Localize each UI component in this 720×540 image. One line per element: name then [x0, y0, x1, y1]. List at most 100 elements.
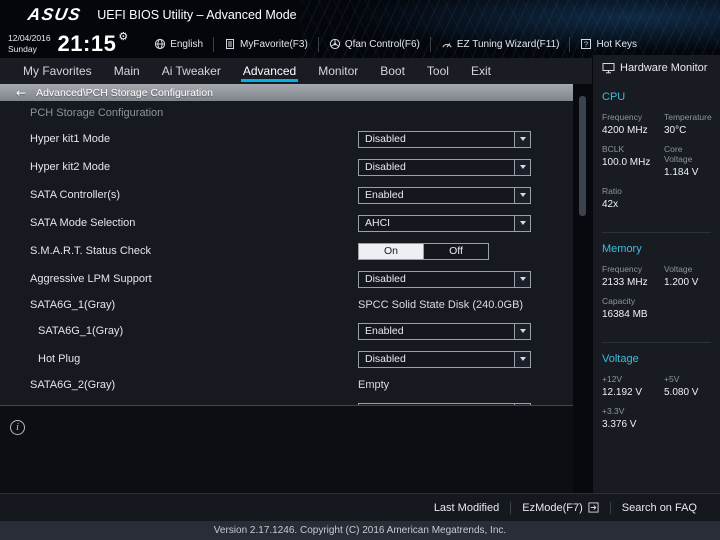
globe-icon: [155, 38, 166, 50]
device-row: SATA6G_1(Gray) SPCC Solid State Disk (24…: [0, 293, 573, 317]
date-display: 12/04/2016 Sunday: [8, 33, 51, 55]
content-area: ← Advanced\PCH Storage Configuration PCH…: [0, 84, 592, 493]
bios-screen: ASUS UEFI BIOS Utility – Advanced Mode 1…: [0, 0, 720, 540]
fan-icon: [329, 38, 340, 50]
info-icon: i: [10, 420, 25, 435]
setting-label: SATA Mode Selection: [30, 217, 136, 229]
sata6g1-port-dropdown[interactable]: Enabled: [358, 322, 531, 340]
hot-plug-dropdown[interactable]: Disabled: [358, 350, 531, 368]
app-title: UEFI BIOS Utility – Advanced Mode: [97, 8, 297, 22]
setting-row: Hyper kit1 Mode Disabled: [0, 125, 573, 153]
section-label: PCH Storage Configuration: [30, 107, 164, 119]
chevron-down-icon: [514, 159, 530, 175]
smart-status-toggle[interactable]: On Off: [358, 242, 489, 260]
section-row: PCH Storage Configuration: [0, 101, 573, 125]
hw-cell: BCLK 100.0 MHz: [602, 144, 651, 168]
chevron-down-icon: [514, 271, 530, 287]
favorite-list-icon: [226, 39, 235, 49]
tab-tool[interactable]: Tool: [416, 58, 460, 84]
sata-controllers-dropdown[interactable]: Enabled: [358, 186, 531, 204]
ez-tuning-wizard-button[interactable]: EZ Tuning Wizard(F11): [429, 36, 570, 52]
setting-row: SATA Controller(s) Enabled: [0, 181, 573, 209]
tab-exit[interactable]: Exit: [460, 58, 502, 84]
hw-cell: Frequency 4200 MHz: [602, 112, 648, 136]
dropdown-value: Disabled: [365, 272, 406, 285]
gauge-icon: [442, 43, 452, 48]
setting-row-clipped: SATA6G_2(Gray) Enabled: [0, 397, 573, 405]
scrollbar-track[interactable]: [573, 84, 592, 493]
chevron-down-icon: [514, 187, 530, 203]
version-text: Version 2.17.1246. Copyright (C) 2016 Am…: [213, 525, 507, 536]
hardware-monitor-title: Hardware Monitor: [602, 55, 711, 81]
main-menu-tabs: My Favorites Main Ai Tweaker Advanced Mo…: [0, 58, 592, 84]
setting-label: Hot Plug: [38, 353, 81, 365]
setting-label: Aggressive LPM Support: [30, 273, 152, 285]
hw-cell: Core Voltage 1.184 V: [664, 144, 699, 178]
ezmode-exit-icon: [588, 502, 599, 513]
tab-my-favorites[interactable]: My Favorites: [12, 58, 103, 84]
chevron-down-icon: [514, 351, 530, 367]
back-arrow-icon[interactable]: ←: [16, 86, 26, 100]
setting-row: SATA6G_1(Gray) Enabled: [0, 317, 573, 345]
hw-cell: +12V 12.192 V: [602, 374, 643, 398]
ezmode-button[interactable]: EzMode(F7): [511, 502, 610, 514]
search-faq-button[interactable]: Search on FAQ: [611, 502, 708, 514]
cpu-section-title: CPU: [602, 91, 626, 103]
version-bar: Version 2.17.1246. Copyright (C) 2016 Am…: [0, 521, 720, 540]
setting-label: S.M.A.R.T. Status Check: [30, 245, 152, 257]
dropdown-value: Disabled: [365, 160, 406, 173]
hw-section-cpu: CPU Frequency 4200 MHz Temperature 30°C BC…: [602, 81, 712, 232]
hw-cell: Ratio 42x: [602, 186, 622, 210]
tab-boot[interactable]: Boot: [369, 58, 416, 84]
setting-label: Hyper kit2 Mode: [30, 161, 111, 173]
hw-cell: Voltage 1.200 V: [664, 264, 699, 288]
port-label: SATA6G_1(Gray): [30, 299, 116, 311]
hw-cell: Temperature 30°C: [664, 112, 712, 136]
setting-label: SATA6G_1(Gray): [38, 325, 124, 337]
tab-advanced[interactable]: Advanced: [232, 58, 307, 84]
gear-icon[interactable]: ⚙: [118, 30, 128, 43]
dropdown-value: Disabled: [365, 132, 406, 145]
memory-section-title: Memory: [602, 243, 642, 255]
hyper-kit2-mode-dropdown[interactable]: Disabled: [358, 158, 531, 176]
dropdown-value: Enabled: [365, 324, 404, 337]
breadcrumb: ← Advanced\PCH Storage Configuration: [0, 84, 573, 101]
hw-cell: Capacity 16384 MB: [602, 296, 648, 320]
scrollbar-thumb[interactable]: [579, 96, 586, 216]
tab-ai-tweaker[interactable]: Ai Tweaker: [151, 58, 232, 84]
setting-label: SATA Controller(s): [30, 189, 121, 201]
language-button[interactable]: English: [144, 37, 213, 52]
device-info: Empty: [358, 379, 390, 391]
qfan-control-button[interactable]: Qfan Control(F6): [317, 36, 430, 52]
quick-access-bar: English MyFavorite(F3) Qfan Control(F6) …: [144, 30, 647, 58]
device-info: SPCC Solid State Disk (240.0GB): [358, 299, 524, 311]
setting-row: Hyper kit2 Mode Disabled: [0, 153, 573, 181]
hw-section-voltage: Voltage +12V 12.192 V +5V 5.080 V +3.3V 3.3…: [602, 342, 711, 452]
breadcrumb-path: Advanced\PCH Storage Configuration: [36, 86, 213, 99]
myfavorite-button[interactable]: MyFavorite(F3): [213, 36, 318, 52]
tab-monitor[interactable]: Monitor: [307, 58, 369, 84]
chevron-down-icon: [514, 323, 530, 339]
hyper-kit1-mode-dropdown[interactable]: Disabled: [358, 130, 531, 148]
setting-row: Aggressive LPM Support Disabled: [0, 265, 573, 293]
help-panel: i: [0, 405, 573, 493]
hot-keys-button[interactable]: ? Hot Keys: [569, 36, 647, 52]
footer-bar: Last Modified EzMode(F7) Search on FAQ: [0, 493, 720, 521]
sata-mode-selection-dropdown[interactable]: AHCI: [358, 214, 531, 232]
tab-main[interactable]: Main: [103, 58, 151, 84]
last-modified-button[interactable]: Last Modified: [423, 502, 510, 514]
voltage-section-title: Voltage: [602, 353, 639, 365]
hw-cell: +3.3V 3.376 V: [602, 406, 637, 430]
header: ASUS UEFI BIOS Utility – Advanced Mode 1…: [0, 0, 720, 58]
port-label: SATA6G_2(Gray): [30, 379, 116, 391]
hardware-monitor-panel: Hardware Monitor CPU Frequency 4200 MHz T…: [592, 55, 720, 493]
aggressive-lpm-dropdown[interactable]: Disabled: [358, 270, 531, 288]
device-row: SATA6G_2(Gray) Empty: [0, 373, 573, 397]
toggle-off-option[interactable]: Off: [423, 243, 488, 259]
chevron-down-icon: [514, 131, 530, 147]
setting-row: S.M.A.R.T. Status Check On Off: [0, 237, 573, 265]
settings-list: PCH Storage Configuration Hyper kit1 Mod…: [0, 101, 573, 405]
monitor-icon: [602, 63, 615, 74]
setting-row: SATA Mode Selection AHCI: [0, 209, 573, 237]
toggle-on-option[interactable]: On: [359, 243, 423, 259]
